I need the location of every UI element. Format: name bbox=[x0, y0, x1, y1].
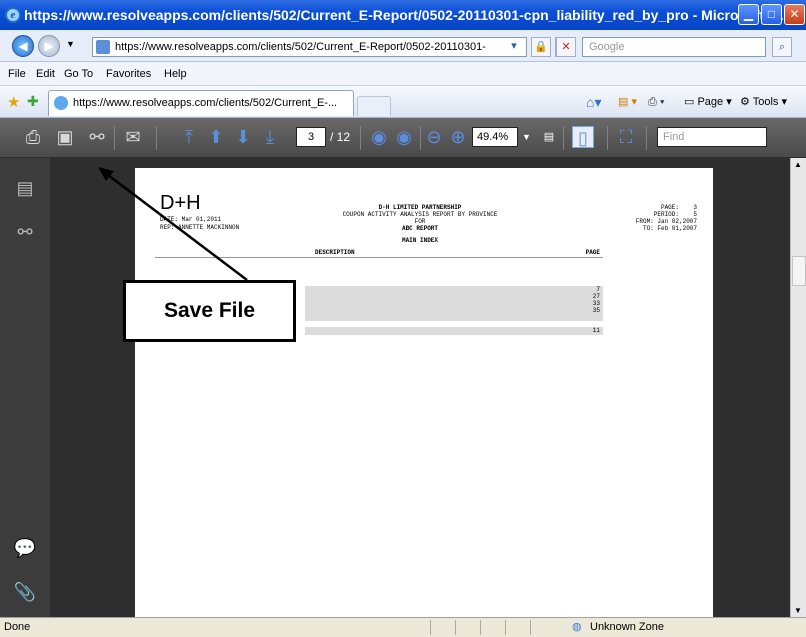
status-text: Done bbox=[4, 621, 31, 633]
status-divider bbox=[530, 620, 531, 635]
status-divider bbox=[455, 620, 456, 635]
status-bar: Done ◍ Unknown Zone bbox=[0, 617, 806, 637]
browser-window: e https://www.resolveapps.com/clients/50… bbox=[0, 0, 806, 637]
security-zone[interactable]: Unknown Zone bbox=[590, 618, 664, 637]
save-file-callout: Save File bbox=[123, 280, 296, 342]
globe-icon: ◍ bbox=[572, 621, 582, 633]
status-divider bbox=[480, 620, 481, 635]
annotation-arrow bbox=[98, 167, 248, 281]
status-divider bbox=[430, 620, 431, 635]
status-divider bbox=[505, 620, 506, 635]
